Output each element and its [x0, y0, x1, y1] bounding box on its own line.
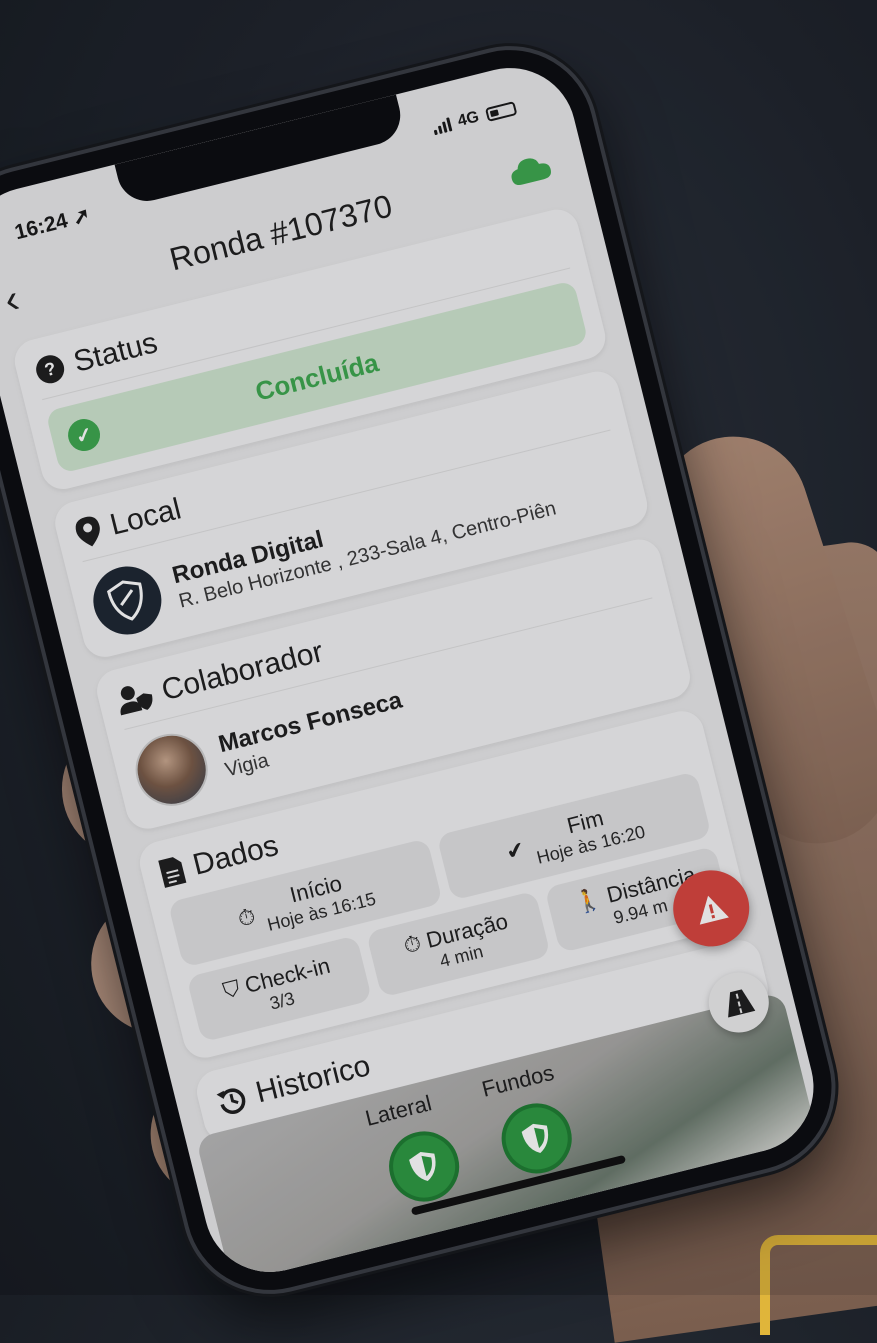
colaborador-heading: Colaborador	[158, 635, 327, 708]
shield-logo-icon	[107, 580, 143, 621]
status-heading: Status	[70, 326, 161, 379]
network-type: 4G	[455, 108, 481, 131]
battery-icon	[484, 101, 518, 122]
status-time: 16:24 ➚	[12, 202, 93, 244]
shield-marker-icon	[521, 1123, 549, 1153]
document-icon	[158, 857, 187, 888]
marker-label-lateral: Lateral	[362, 1090, 435, 1131]
phone: 16:24 ➚ 4G ‹ Ronda #107370 ? Status ✓ Co…	[0, 32, 850, 1308]
status-indicators: 4G	[431, 99, 518, 137]
phone-screen: 16:24 ➚ 4G ‹ Ronda #107370 ? Status ✓ Co…	[0, 54, 828, 1286]
stopwatch-icon: ⏱	[235, 902, 258, 932]
shield-marker-icon	[409, 1151, 436, 1182]
local-heading: Local	[106, 492, 185, 542]
stopwatch-icon: ⏱	[401, 930, 424, 959]
shield-half-icon: ⛉	[220, 975, 243, 1004]
dados-heading: Dados	[189, 828, 282, 882]
question-circle-icon: ?	[36, 355, 65, 384]
check-circle-dark-icon: ✔	[503, 835, 528, 865]
location-arrow-icon: ➚	[70, 202, 93, 230]
marker-label-fundos: Fundos	[479, 1059, 557, 1102]
map-pin-icon	[75, 516, 100, 547]
road-icon	[728, 989, 756, 1018]
avatar	[128, 726, 216, 814]
person-walking-icon: 🚶	[571, 885, 605, 916]
signal-icon	[431, 117, 453, 136]
user-shield-icon	[120, 686, 153, 716]
company-logo	[86, 559, 169, 642]
history-icon	[216, 1088, 246, 1114]
brand-corner-mark	[760, 1235, 877, 1335]
warning-triangle-icon	[699, 895, 729, 925]
